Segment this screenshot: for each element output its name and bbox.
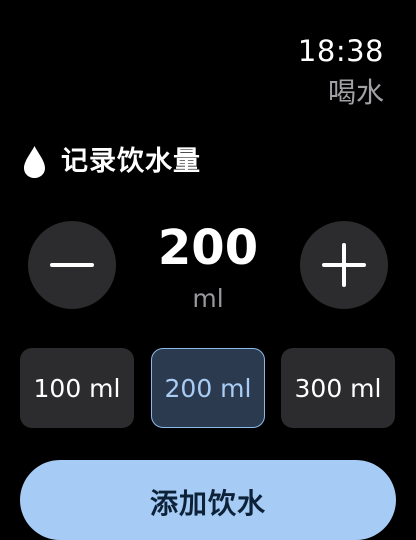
water-drop-icon bbox=[24, 146, 45, 178]
section-header: 记录饮水量 bbox=[22, 142, 201, 182]
preset-300ml-button[interactable]: 300 ml bbox=[281, 348, 395, 428]
decrease-amount-button[interactable] bbox=[28, 221, 116, 309]
amount-unit: ml bbox=[192, 284, 224, 313]
status-time: 18:38 bbox=[297, 34, 384, 68]
amount-value: 200 bbox=[157, 220, 259, 276]
preset-100ml-button[interactable]: 100 ml bbox=[20, 348, 134, 428]
app-title: 喝水 bbox=[327, 76, 384, 109]
add-water-button[interactable]: 添加饮水 bbox=[20, 460, 396, 540]
add-water-label: 添加饮水 bbox=[149, 487, 266, 520]
plus-icon bbox=[322, 243, 366, 287]
minus-icon bbox=[50, 263, 94, 267]
increase-amount-button[interactable] bbox=[300, 221, 388, 309]
preset-200ml-button[interactable]: 200 ml bbox=[151, 348, 265, 428]
section-title: 记录饮水量 bbox=[61, 146, 201, 177]
